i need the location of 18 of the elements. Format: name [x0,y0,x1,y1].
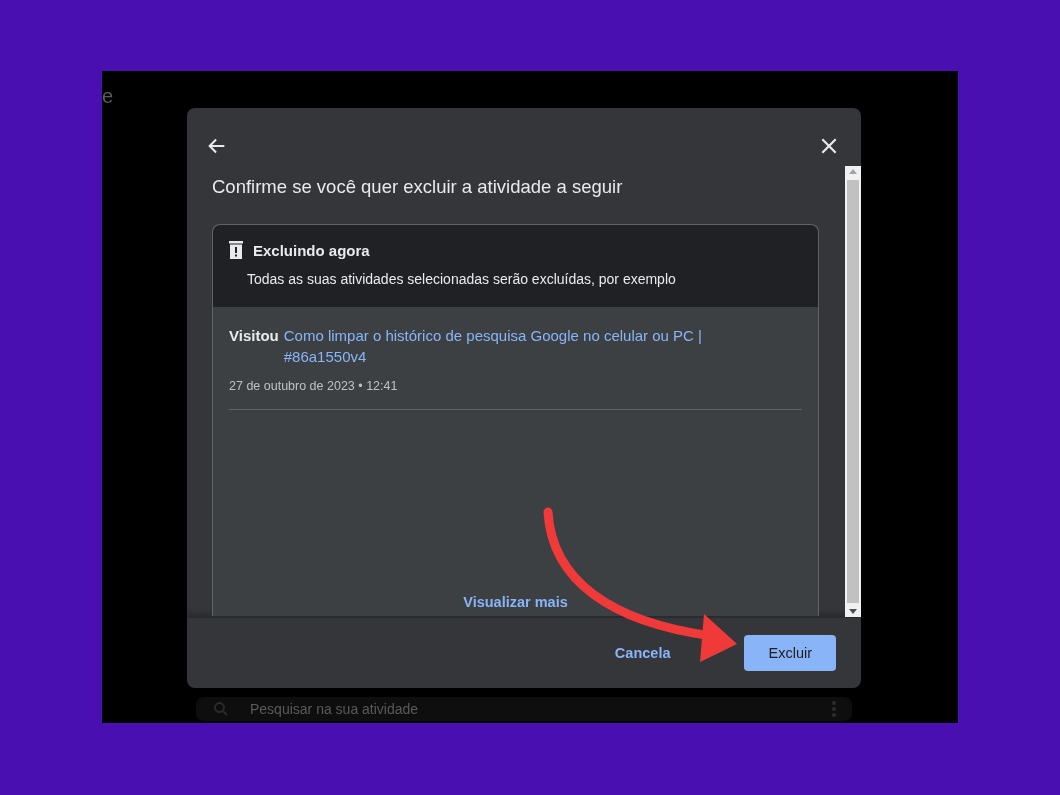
scroll-down-icon[interactable] [849,609,857,614]
show-more-link[interactable]: Visualizar mais [463,594,568,610]
activity-verb: Visitou [229,326,279,346]
search-icon [212,700,230,718]
search-placeholder: Pesquisar na sua atividade [250,701,420,717]
page-heading: e [102,85,114,108]
activity-link[interactable]: Como limpar o histórico de pesquisa Google no celular ou PC | #86a1550v4 [283,325,749,367]
scroll-thumb[interactable] [847,180,859,603]
notice-text: Todas as suas atividades selecionadas serão excluídas, por exemplo [246,271,677,287]
trash-icon [229,241,243,259]
scrollbar[interactable] [845,166,861,617]
cancel-button[interactable]: Cancela [590,635,695,671]
dialog-title: Confirme se você quer excluir a atividade a seguir [212,175,624,199]
notice-heading: Excluindo agora [253,241,370,259]
activity-date: 27 de outubro de 2023 • 12:41 [229,379,399,393]
scroll-up-icon[interactable] [849,169,857,174]
delete-button[interactable]: Excluir [744,635,836,671]
search-field[interactable]: Pesquisar na sua atividade [196,697,852,721]
